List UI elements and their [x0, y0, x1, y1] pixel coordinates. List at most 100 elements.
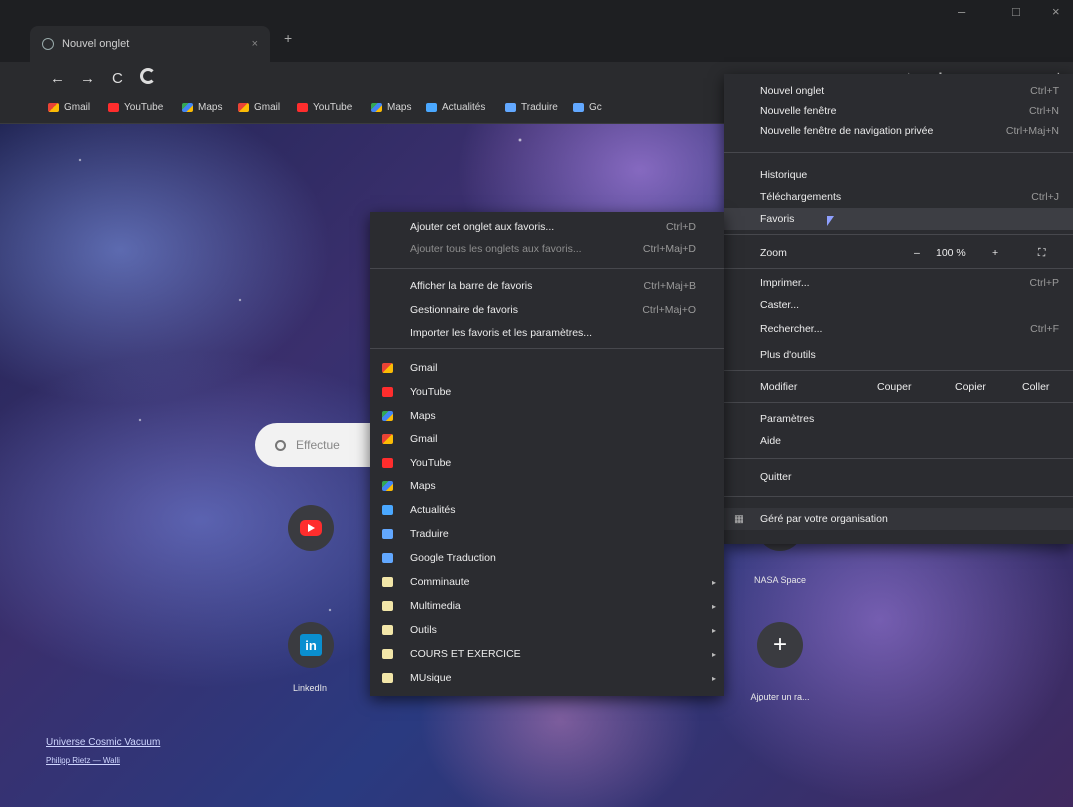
close-window-button[interactable]: ×: [1052, 4, 1060, 19]
menu-item-incognito[interactable]: Nouvelle fenêtre de navigation privée Ctr…: [724, 120, 1073, 142]
submenu-arrow-icon: ▸: [711, 625, 716, 635]
background-credit-author[interactable]: Philipp Rietz — Walli: [46, 756, 120, 765]
menu-item-edit: Modifier Couper Copier Coller: [760, 381, 1050, 393]
background-credit-title[interactable]: Universe Cosmic Vacuum: [46, 737, 160, 748]
translate-icon: [382, 529, 393, 539]
shortcut-youtube[interactable]: [288, 505, 334, 551]
menu-item-history[interactable]: Historique: [724, 164, 1073, 186]
forward-button[interactable]: →: [80, 70, 95, 87]
gmail-icon: [382, 434, 393, 444]
submenu-arrow-icon: ▸: [711, 673, 716, 683]
bookmark-item[interactable]: Gmail: [370, 428, 724, 450]
shortcut-label: NASA Space: [753, 575, 807, 585]
folder-icon: [382, 625, 393, 635]
reload-button[interactable]: C: [112, 70, 123, 87]
menu-separator: [724, 268, 1073, 269]
bookmark-bar-item[interactable]: Gc: [573, 102, 602, 113]
building-icon: ▦: [734, 513, 744, 525]
menu-item-add-tab-bookmark[interactable]: Ajouter cet onglet aux favoris... Ctrl+D: [370, 216, 724, 238]
search-placeholder: Effectue: [296, 438, 340, 452]
bookmark-bar-item[interactable]: Actualités: [426, 102, 485, 113]
bookmark-item[interactable]: YouTube: [370, 381, 724, 403]
zoom-in-button[interactable]: +: [992, 247, 998, 259]
cut-button[interactable]: Couper: [877, 381, 911, 393]
folder-icon: [382, 673, 393, 683]
youtube-icon: [382, 458, 393, 468]
bookmark-bar-item[interactable]: YouTube: [108, 102, 163, 113]
youtube-icon: [108, 103, 119, 112]
menu-separator: [370, 348, 724, 349]
shortcut-linkedin[interactable]: in: [288, 622, 334, 668]
submenu-arrow-icon: ▸: [711, 577, 716, 587]
menu-item-settings[interactable]: Paramètres: [724, 408, 1073, 430]
menu-item-zoom: Zoom – 100 % + ⛶: [760, 246, 1046, 260]
linkedin-icon: in: [300, 634, 322, 656]
submenu-arrow-icon: ▸: [711, 601, 716, 611]
search-input[interactable]: Effectue: [255, 423, 375, 467]
menu-separator: [370, 268, 724, 269]
youtube-icon: [382, 387, 393, 397]
shortcut-label: LinkedIn: [292, 683, 328, 693]
paste-button[interactable]: Coller: [1022, 381, 1049, 393]
bookmark-item[interactable]: Google Traduction: [370, 547, 724, 569]
bookmark-bar-item[interactable]: YouTube: [297, 102, 352, 113]
add-shortcut-button[interactable]: +: [757, 622, 803, 668]
zoom-out-button[interactable]: –: [914, 247, 920, 259]
fullscreen-icon[interactable]: ⛶: [1038, 247, 1045, 260]
bookmark-folder[interactable]: COURS ET EXERCICE ▸: [370, 643, 724, 665]
bookmark-bar-item[interactable]: Gmail: [48, 102, 90, 113]
menu-item-help[interactable]: Aide: [724, 430, 1073, 452]
bookmark-folder[interactable]: Outils ▸: [370, 619, 724, 641]
maximize-button[interactable]: □: [1012, 4, 1020, 19]
menu-item-cast[interactable]: Caster...: [724, 294, 1073, 316]
menu-item-find[interactable]: Rechercher... Ctrl+F: [724, 318, 1073, 340]
menu-item-print[interactable]: Imprimer... Ctrl+P: [724, 272, 1073, 294]
bookmark-item[interactable]: YouTube: [370, 452, 724, 474]
bookmark-item[interactable]: Actualités: [370, 499, 724, 521]
menu-item-new-tab[interactable]: Nouvel onglet Ctrl+T: [724, 80, 1073, 102]
new-tab-button[interactable]: +: [284, 30, 292, 46]
bookmark-folder[interactable]: Multimedia ▸: [370, 595, 724, 617]
menu-separator: [724, 370, 1073, 371]
search-icon: [275, 439, 286, 451]
translate-icon: [505, 103, 516, 112]
bookmark-bar-item[interactable]: Maps: [182, 102, 222, 113]
bookmark-folder[interactable]: Comminaute ▸: [370, 571, 724, 593]
chrome-main-menu: Nouvel onglet Ctrl+T Nouvelle fenêtre Ctrl…: [724, 74, 1073, 544]
bookmark-item[interactable]: Gmail: [370, 357, 724, 379]
back-button[interactable]: ←: [50, 70, 65, 87]
zoom-value: 100 %: [936, 247, 966, 259]
bookmark-bar-item[interactable]: Traduire: [505, 102, 558, 113]
bookmark-item[interactable]: Traduire: [370, 523, 724, 545]
menu-item-bookmark-manager[interactable]: Gestionnaire de favoris Ctrl+Maj+O: [370, 299, 724, 321]
tab-close-icon[interactable]: ×: [252, 38, 258, 50]
maps-icon: [382, 481, 393, 491]
plus-icon: +: [772, 631, 787, 658]
bookmark-item[interactable]: Maps: [370, 405, 724, 427]
minimize-button[interactable]: –: [958, 4, 965, 19]
copy-button[interactable]: Copier: [955, 381, 986, 393]
gmail-icon: [238, 103, 249, 112]
menu-item-bookmarks[interactable]: Favoris: [724, 208, 1073, 230]
menu-item-more-tools[interactable]: Plus d'outils: [724, 344, 1073, 366]
translate-icon: [382, 553, 393, 563]
browser-tab[interactable]: Nouvel onglet ×: [30, 26, 270, 62]
folder-icon: [382, 649, 393, 659]
bookmark-item[interactable]: Maps: [370, 475, 724, 497]
managed-by-org[interactable]: ▦ Géré par votre organisation: [724, 508, 1073, 530]
menu-item-quit[interactable]: Quitter: [724, 466, 1073, 488]
menu-item-downloads[interactable]: Téléchargements Ctrl+J: [724, 186, 1073, 208]
menu-item-new-window[interactable]: Nouvelle fenêtre Ctrl+N: [724, 100, 1073, 122]
bookmark-bar-item[interactable]: Maps: [371, 102, 411, 113]
menu-item-show-bookmarks-bar[interactable]: Afficher la barre de favoris Ctrl+Maj+B: [370, 275, 724, 297]
folder-icon: [382, 577, 393, 587]
gmail-icon: [48, 103, 59, 112]
maps-icon: [371, 103, 382, 112]
folder-icon: [382, 601, 393, 611]
bookmark-bar-item[interactable]: Gmail: [238, 102, 280, 113]
maps-icon: [382, 411, 393, 421]
youtube-icon: [297, 103, 308, 112]
news-icon: [426, 103, 437, 112]
bookmark-folder[interactable]: MUsique ▸: [370, 667, 724, 689]
menu-item-import-bookmarks[interactable]: Importer les favoris et les paramètres..…: [370, 322, 724, 344]
